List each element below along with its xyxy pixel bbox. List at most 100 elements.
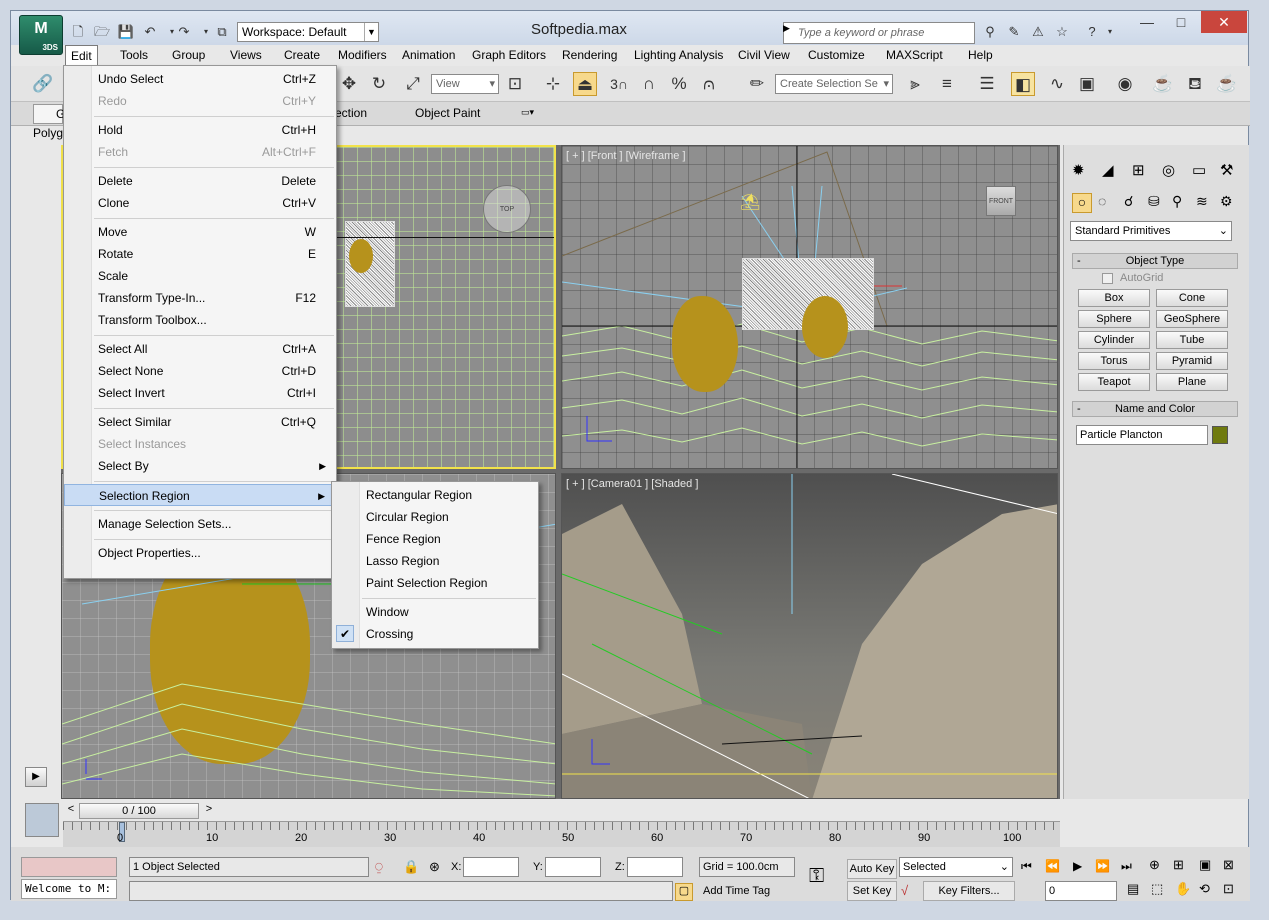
help-dropdown-icon[interactable]: ▾ <box>1101 23 1119 41</box>
spinner-snap-icon[interactable]: ⩀ <box>697 72 721 96</box>
orbit-icon[interactable]: ⟲ <box>1199 881 1210 897</box>
undo-icon[interactable]: ↶ <box>141 23 159 41</box>
redo-icon[interactable]: ↷ <box>175 23 193 41</box>
menu-item-fetch[interactable]: Fetch Alt+Ctrl+F <box>64 141 336 163</box>
menu-item-select-instances[interactable]: Select Instances <box>64 433 336 455</box>
time-prev-button[interactable]: < <box>65 803 77 819</box>
ribbon-tab-object-paint[interactable]: Object Paint <box>415 106 480 120</box>
layer-manager-icon[interactable]: ☰ <box>975 72 999 96</box>
menu-maxscript[interactable]: MAXScript <box>881 45 948 65</box>
menu-item-scale[interactable]: Scale <box>64 265 336 287</box>
ribbon-tab-selection[interactable]: ection <box>335 106 367 120</box>
menu-help[interactable]: Help <box>963 45 998 65</box>
maximize-button[interactable]: □ <box>1165 11 1197 33</box>
menu-item-fence-region[interactable]: Fence Region <box>332 528 538 550</box>
teapot-button[interactable]: Teapot <box>1078 373 1150 391</box>
viewport-camera[interactable]: [ + ] [Camera01 ] [Shaded ] <box>561 473 1058 799</box>
menu-item-window[interactable]: Window <box>332 601 538 623</box>
cameras-icon[interactable]: ⛁ <box>1148 193 1160 210</box>
menu-tools[interactable]: Tools <box>115 45 153 65</box>
schematic-view-icon[interactable]: ▣ <box>1075 72 1099 96</box>
helpers-icon[interactable]: ⚲ <box>1172 193 1182 210</box>
isolate-selection-icon[interactable]: ⍜ <box>375 859 383 875</box>
menu-item-circular-region[interactable]: Circular Region <box>332 506 538 528</box>
pyramid-button[interactable]: Pyramid <box>1156 352 1228 370</box>
pan-icon[interactable]: ✋ <box>1175 881 1191 897</box>
field-of-view-icon[interactable]: ▤ <box>1127 881 1139 897</box>
search-input[interactable]: Type a keyword or phrase <box>783 22 975 44</box>
key-mode-dropdown[interactable]: Selected ⌄ <box>899 857 1013 877</box>
x-coordinate-input[interactable] <box>463 857 519 877</box>
viewport-front[interactable]: [ + ] [Front ] [Wireframe ] FRONT ⛱ <box>561 145 1058 469</box>
object-color-swatch[interactable] <box>1212 426 1228 444</box>
keyboard-shortcut-override-icon[interactable]: ⏏ <box>573 72 597 96</box>
ribbon-options-icon[interactable]: ▭▾ <box>521 107 534 118</box>
menu-item-select-by[interactable]: Select By ▶ <box>64 455 336 477</box>
set-key-button[interactable]: Set Key <box>847 881 897 901</box>
time-tag-icon[interactable]: ▢ <box>675 883 693 901</box>
viewport-layouts-icon[interactable] <box>25 803 59 837</box>
maxscript-listener[interactable]: Welcome to M: <box>21 879 117 899</box>
y-coordinate-input[interactable] <box>545 857 601 877</box>
edit-named-selection-icon[interactable]: ✏ <box>745 72 769 96</box>
menu-item-lasso-region[interactable]: Lasso Region <box>332 550 538 572</box>
mirror-icon[interactable]: ⫸ <box>903 72 927 96</box>
close-button[interactable]: ✕ <box>1201 11 1247 33</box>
geosphere-button[interactable]: GeoSphere <box>1156 310 1228 328</box>
render-production-icon[interactable]: ☕ <box>1215 72 1239 96</box>
align-icon[interactable]: ≡ <box>935 72 959 96</box>
workspace-dropdown[interactable]: Workspace: Default ▼ <box>237 22 379 42</box>
save-file-icon[interactable]: 💾 <box>117 23 135 41</box>
display-tab-icon[interactable]: ▭ <box>1192 161 1206 179</box>
menu-graph-editors[interactable]: Graph Editors <box>467 45 551 65</box>
menu-item-transform-toolbox[interactable]: Transform Toolbox... <box>64 309 336 331</box>
snaps-toggle-icon[interactable]: 3∩ <box>607 72 631 96</box>
menu-item-delete[interactable]: Delete Delete <box>64 170 336 192</box>
named-selection-sets-dropdown[interactable]: Create Selection Se ▾ <box>775 74 893 94</box>
menu-item-select-all[interactable]: Select All Ctrl+A <box>64 338 336 360</box>
create-tab-icon[interactable]: ✹ <box>1072 161 1085 179</box>
render-setup-icon[interactable]: ☕ <box>1151 72 1175 96</box>
hierarchy-tab-icon[interactable]: ⊞ <box>1132 161 1145 179</box>
percent-snap-icon[interactable]: % <box>667 72 691 96</box>
pivot-center-icon[interactable]: ⊡ <box>503 72 527 96</box>
select-manipulate-icon[interactable]: ⊹ <box>541 72 565 96</box>
menu-animation[interactable]: Animation <box>397 45 460 65</box>
viewport-camera-label[interactable]: [ + ] [Camera01 ] [Shaded ] <box>566 478 698 490</box>
project-folder-icon[interactable]: ⧉ <box>213 23 231 41</box>
menu-item-crossing[interactable]: ✔ Crossing <box>332 623 538 645</box>
viewcube-top[interactable]: TOP <box>483 185 531 233</box>
menu-item-move[interactable]: Move W <box>64 221 336 243</box>
minimize-button[interactable]: — <box>1131 11 1163 33</box>
menu-item-manage-selection-sets[interactable]: Manage Selection Sets... <box>64 513 336 535</box>
application-button[interactable]: M 3DS <box>19 15 63 55</box>
name-and-color-rollout[interactable]: - Name and Color <box>1072 401 1238 417</box>
region-zoom-icon[interactable]: ⬚ <box>1151 881 1163 897</box>
menu-item-rotate[interactable]: Rotate E <box>64 243 336 265</box>
rotate-icon[interactable]: ↻ <box>367 72 391 96</box>
menu-edit[interactable]: Edit <box>65 45 98 65</box>
cone-button[interactable]: Cone <box>1156 289 1228 307</box>
move-icon[interactable]: ✥ <box>337 72 361 96</box>
plane-button[interactable]: Plane <box>1156 373 1228 391</box>
scene-explorer-icon[interactable]: ◧ <box>1011 72 1035 96</box>
menu-item-clone[interactable]: Clone Ctrl+V <box>64 192 336 214</box>
favorites-star-icon[interactable]: ☆ <box>1053 23 1071 41</box>
viewcube-front[interactable]: FRONT <box>986 186 1016 216</box>
systems-icon[interactable]: ⚙ <box>1220 193 1233 210</box>
zoom-extents-icon[interactable]: ▣ <box>1199 857 1211 873</box>
expand-viewport-play-icon[interactable]: ▶ <box>25 767 47 787</box>
time-slider[interactable]: < 0 / 100 > <box>63 801 1060 821</box>
communication-center-icon[interactable]: ⚠ <box>1029 23 1047 41</box>
cylinder-button[interactable]: Cylinder <box>1078 331 1150 349</box>
menu-item-transform-type-in[interactable]: Transform Type-In... F12 <box>64 287 336 309</box>
lights-icon[interactable]: ☌ <box>1124 193 1133 210</box>
geometry-icon[interactable]: ○ <box>1072 193 1092 213</box>
utilities-tab-icon[interactable]: ⚒ <box>1220 161 1233 179</box>
autogrid-checkbox[interactable] <box>1102 273 1113 284</box>
menu-item-rectangular-region[interactable]: Rectangular Region <box>332 484 538 506</box>
new-file-icon[interactable]: 🗋 <box>69 23 87 41</box>
modify-tab-icon[interactable]: ◢ <box>1102 161 1114 179</box>
menu-item-select-invert[interactable]: Select Invert Ctrl+I <box>64 382 336 404</box>
torus-button[interactable]: Torus <box>1078 352 1150 370</box>
